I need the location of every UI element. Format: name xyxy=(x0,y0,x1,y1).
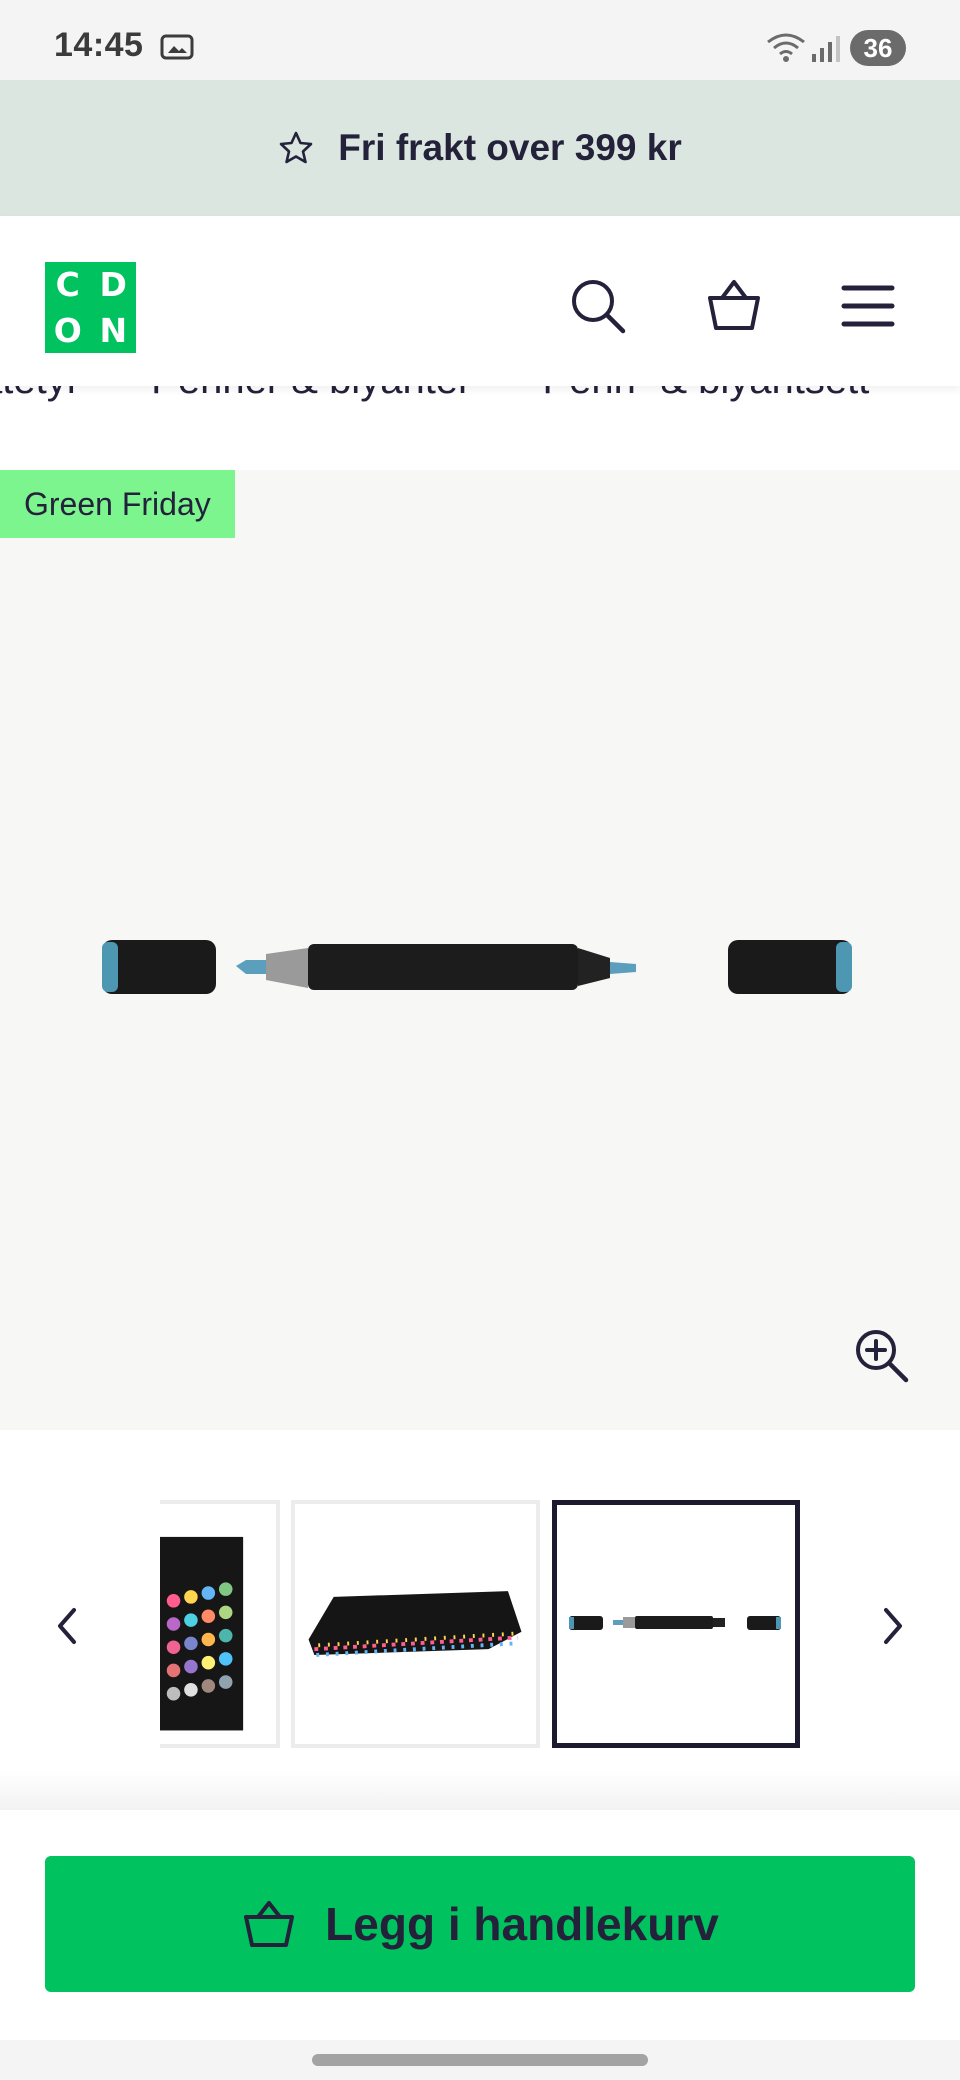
thumbnail-3-selected[interactable] xyxy=(552,1500,800,1748)
bottom-action-bar: Legg i handlekurv xyxy=(0,1810,960,2040)
add-to-cart-label: Legg i handlekurv xyxy=(325,1898,719,1950)
logo-letter: C xyxy=(55,265,80,305)
cart-icon xyxy=(244,1901,295,1947)
signal-icon xyxy=(812,36,840,62)
status-time: 14:45 xyxy=(54,26,144,64)
breadcrumb-item[interactable]: katetyr xyxy=(0,386,80,402)
promo-banner[interactable]: Fri frakt over 399 kr xyxy=(0,80,960,216)
product-image[interactable]: Green Friday xyxy=(0,470,960,1430)
thumbnail-carousel xyxy=(0,1430,960,1810)
wifi-icon xyxy=(767,33,805,62)
breadcrumb-item[interactable]: Penn- & blyantsett xyxy=(543,386,870,402)
photo-icon xyxy=(160,34,194,60)
logo-letter: O xyxy=(53,310,82,350)
bottom-shadow xyxy=(0,1770,960,1810)
gesture-bar xyxy=(0,2040,960,2080)
promo-text: Fri frakt over 399 kr xyxy=(338,127,682,168)
battery-indicator: 36 xyxy=(850,30,906,66)
logo-letter: N xyxy=(99,310,128,350)
marker-photo xyxy=(102,940,852,994)
thumbnail-2[interactable] xyxy=(291,1500,540,1748)
search-icon[interactable] xyxy=(568,276,628,336)
chevron-left-icon[interactable] xyxy=(48,1602,88,1650)
site-header: C D O N xyxy=(0,216,960,386)
breadcrumb-item[interactable]: Penner & blyanter xyxy=(151,386,471,402)
cdon-logo[interactable]: C D O N xyxy=(45,262,136,353)
logo-letter: D xyxy=(99,265,127,305)
promo-badge: Green Friday xyxy=(0,470,235,538)
star-icon xyxy=(279,131,313,164)
add-to-cart-button[interactable]: Legg i handlekurv xyxy=(45,1856,915,1992)
chevron-right-icon[interactable] xyxy=(872,1602,912,1650)
breadcrumb: katetyr Penner & blyanter Penn- & blyant… xyxy=(0,386,960,470)
thumbnail-1[interactable] xyxy=(160,1500,280,1748)
status-bar: 14:45 36 xyxy=(0,0,960,80)
menu-icon[interactable] xyxy=(840,280,896,332)
basket-icon[interactable] xyxy=(704,276,764,336)
home-indicator[interactable] xyxy=(312,2054,648,2066)
zoom-in-icon[interactable] xyxy=(852,1326,910,1384)
